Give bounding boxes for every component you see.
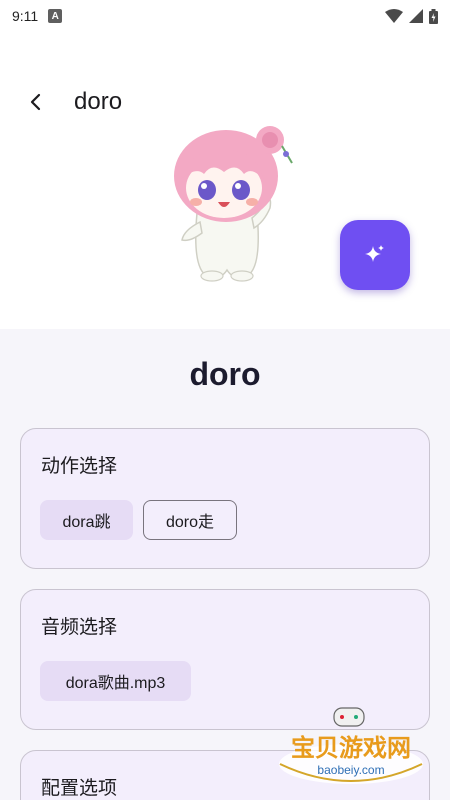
sparkle-fab[interactable] xyxy=(340,220,410,290)
signal-icon xyxy=(409,9,423,23)
watermark-url: baobeiy.com xyxy=(317,763,384,777)
watermark-title: 宝贝游戏网 xyxy=(291,734,411,762)
status-bar: 9:11 A xyxy=(0,0,450,32)
wifi-icon xyxy=(385,9,403,23)
action-select-card: 动作选择 dora跳 doro走 xyxy=(20,428,430,569)
audio-select-title: 音频选择 xyxy=(41,617,118,638)
battery-icon xyxy=(429,8,438,24)
status-icons xyxy=(385,8,438,24)
character-name: doro xyxy=(189,356,261,392)
status-time: 9:11 xyxy=(12,8,39,24)
chip-dora-jump[interactable]: dora跳 xyxy=(40,500,133,540)
action-select-title: 动作选择 xyxy=(41,456,118,477)
app-bar-title: doro xyxy=(74,88,123,115)
watermark-logo: 宝贝游戏网 baobeiy.com xyxy=(279,707,423,784)
config-options-title: 配置选项 xyxy=(41,778,118,799)
chip-doro-walk[interactable]: doro走 xyxy=(143,500,237,540)
chip-dora-song[interactable]: dora歌曲.mp3 xyxy=(40,661,191,701)
back-button[interactable] xyxy=(12,78,60,126)
arrow-back-icon xyxy=(30,93,41,111)
sparkle-icon xyxy=(365,245,384,262)
notification-app-icon: A xyxy=(48,9,63,23)
character-image xyxy=(174,126,293,282)
